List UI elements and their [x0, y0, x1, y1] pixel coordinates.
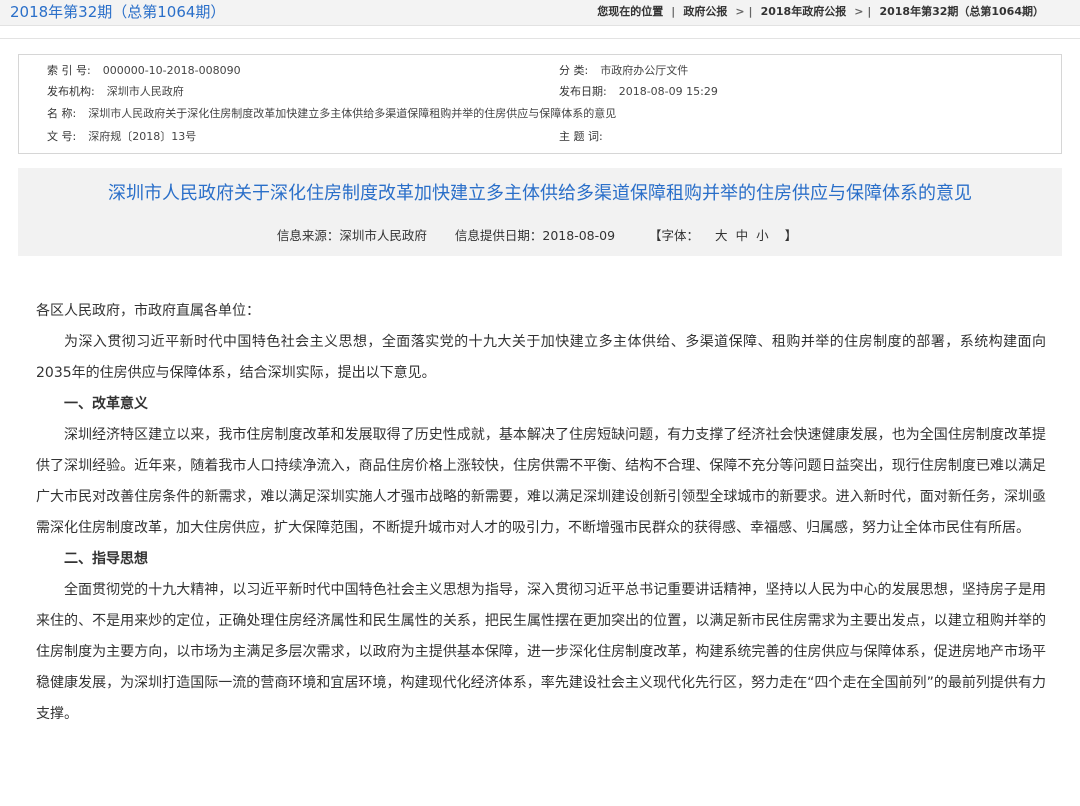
breadcrumb-link-issue[interactable]: 2018年第32期（总第1064期）	[873, 5, 1050, 19]
meta-index-value: 000000-10-2018-008090	[102, 64, 241, 77]
meta-publisher-value: 深圳市人民政府	[106, 85, 184, 98]
meta-category-value: 市政府办公厅文件	[600, 64, 689, 77]
meta-category-label: 分 类:	[559, 64, 589, 77]
font-size-close: 】	[784, 228, 798, 243]
font-size-large-button[interactable]: 大	[715, 228, 728, 243]
meta-date: 发布日期: 2018-08-09 15:29	[559, 85, 718, 99]
breadcrumb-lead: 您现在的位置	[597, 5, 664, 18]
document-title-band: 深圳市人民政府关于深化住房制度改革加快建立多主体供给多渠道保障租购并举的住房供应…	[18, 168, 1062, 256]
meta-name-value: 深圳市人民政府关于深化住房制度改革加快建立多主体供给多渠道保障租购并举的住房供应…	[88, 107, 617, 120]
section-1-paragraph: 深圳经济特区建立以来，我市住房制度改革和发展取得了历史性成就，基本解决了住房短缺…	[36, 427, 1046, 536]
section-2-paragraph: 全面贯彻党的十九大精神，以习近平新时代中国特色社会主义思想为指导，深入贯彻习近平…	[36, 582, 1046, 722]
meta-docno: 文 号: 深府规〔2018〕13号	[47, 130, 196, 144]
meta-publisher: 发布机构: 深圳市人民政府	[47, 85, 184, 99]
breadcrumb-separator: |	[671, 5, 676, 18]
breadcrumb: 您现在的位置 | 政府公报 > | 2018年政府公报 > | 2018年第32…	[597, 5, 1050, 19]
info-source: 信息来源：深圳市人民政府	[276, 228, 427, 243]
metadata-panel: 索 引 号: 000000-10-2018-008090 分 类: 市政府办公厅文件…	[18, 54, 1062, 154]
breadcrumb-separator: |	[867, 5, 872, 18]
section-heading-1: 一、改革意义	[64, 396, 148, 412]
meta-name: 名 称: 深圳市人民政府关于深化住房制度改革加快建立多主体供给多渠道保障租购并举的…	[47, 107, 616, 121]
meta-publisher-label: 发布机构:	[47, 85, 95, 98]
breadcrumb-link-2018-gazette[interactable]: 2018年政府公报	[755, 5, 853, 19]
section-heading-2: 二、指导思想	[64, 551, 148, 567]
intro-paragraph: 为深入贯彻习近平新时代中国特色社会主义思想，全面落实党的十九大关于加快建立多主体…	[36, 334, 1046, 381]
info-provided-date: 信息提供日期：2018-08-09	[454, 228, 616, 243]
font-size-medium-button[interactable]: 中	[736, 228, 749, 243]
divider	[0, 38, 1080, 39]
breadcrumb-separator: >	[735, 5, 745, 18]
font-size-small-button[interactable]: 小	[756, 228, 769, 243]
font-size-control: 【字体： 大中小】	[637, 228, 809, 243]
meta-keywords: 主 题 词:	[559, 130, 615, 144]
meta-keywords-label: 主 题 词:	[559, 130, 603, 143]
meta-category: 分 类: 市政府办公厅文件	[559, 64, 688, 78]
salutation: 各区人民政府，市政府直属各单位：	[36, 303, 260, 319]
meta-name-label: 名 称:	[47, 107, 77, 120]
issue-title: 2018年第32期（总第1064期）	[10, 3, 226, 21]
meta-docno-label: 文 号:	[47, 130, 77, 143]
document-info-line: 信息来源：深圳市人民政府 信息提供日期：2018-08-09 【字体： 大中小】	[18, 228, 1062, 244]
breadcrumb-separator: >	[854, 5, 864, 18]
breadcrumb-separator: |	[748, 5, 753, 18]
font-size-open: 【字体：	[649, 228, 700, 243]
meta-index: 索 引 号: 000000-10-2018-008090	[47, 64, 241, 78]
meta-date-value: 2018-08-09 15:29	[618, 85, 718, 98]
document-title: 深圳市人民政府关于深化住房制度改革加快建立多主体供给多渠道保障租购并举的住房供应…	[108, 183, 972, 204]
meta-date-label: 发布日期:	[559, 85, 607, 98]
meta-index-label: 索 引 号:	[47, 64, 91, 77]
breadcrumb-link-gazette[interactable]: 政府公报	[677, 5, 733, 19]
document-body: 各区人民政府，市政府直属各单位： 为深入贯彻习近平新时代中国特色社会主义思想，全…	[36, 296, 1046, 730]
top-header-bar: 2018年第32期（总第1064期） 您现在的位置 | 政府公报 > | 201…	[0, 0, 1080, 26]
meta-docno-value: 深府规〔2018〕13号	[88, 130, 197, 143]
